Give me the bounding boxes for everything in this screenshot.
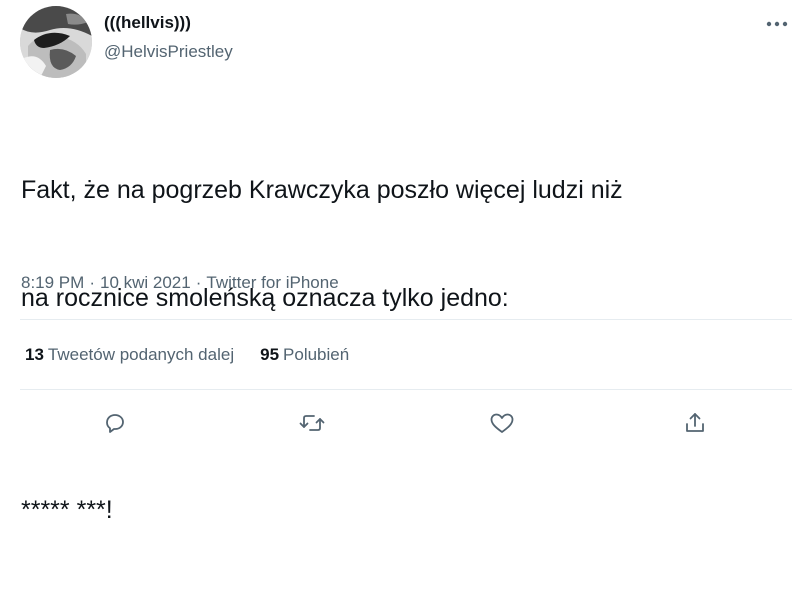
share-icon[interactable]: [678, 406, 712, 440]
tweet-stats: 13 Tweetów podanych dalej 95 Polubień: [25, 345, 349, 365]
tweet-actions: [0, 406, 797, 440]
tweet-date: 10 kwi 2021: [99, 273, 191, 292]
divider-top: [20, 319, 792, 320]
avatar[interactable]: [20, 6, 92, 78]
retweets-stat[interactable]: 13 Tweetów podanych dalej: [25, 345, 234, 365]
avatar-image: [20, 6, 92, 78]
retweets-count: 13: [25, 345, 44, 364]
more-icon[interactable]: [764, 14, 790, 34]
tweet-text-line: Fakt, że na pogrzeb Krawczyka poszło wię…: [21, 176, 623, 204]
meta-separator: ·: [89, 273, 95, 292]
user-handle[interactable]: @HelvisPriestley: [104, 42, 233, 62]
meta-separator: ·: [195, 273, 202, 292]
tweet-meta: 8:19 PM · 10 kwi 2021 · Twitter for iPhone: [21, 273, 339, 293]
tweet-text-line: ***** ***!: [21, 496, 113, 524]
likes-label: Polubień: [283, 345, 350, 364]
likes-count: 95: [260, 345, 280, 364]
reply-icon[interactable]: [98, 406, 132, 440]
retweets-label: Tweetów podanych dalej: [47, 345, 235, 364]
retweet-icon[interactable]: [295, 406, 329, 440]
like-icon[interactable]: [485, 406, 519, 440]
likes-stat[interactable]: 95 Polubień: [260, 345, 349, 365]
timestamp-link[interactable]: 8:19 PM · 10 kwi 2021: [21, 273, 191, 292]
display-name[interactable]: (((hellvis))): [104, 13, 191, 33]
tweet-card: (((hellvis))) @HelvisPriestley Fakt, że …: [0, 0, 797, 524]
tweet-source-link[interactable]: Twitter for iPhone: [206, 273, 338, 292]
tweet-time: 8:19 PM: [21, 273, 85, 292]
divider-bottom: [20, 389, 792, 390]
